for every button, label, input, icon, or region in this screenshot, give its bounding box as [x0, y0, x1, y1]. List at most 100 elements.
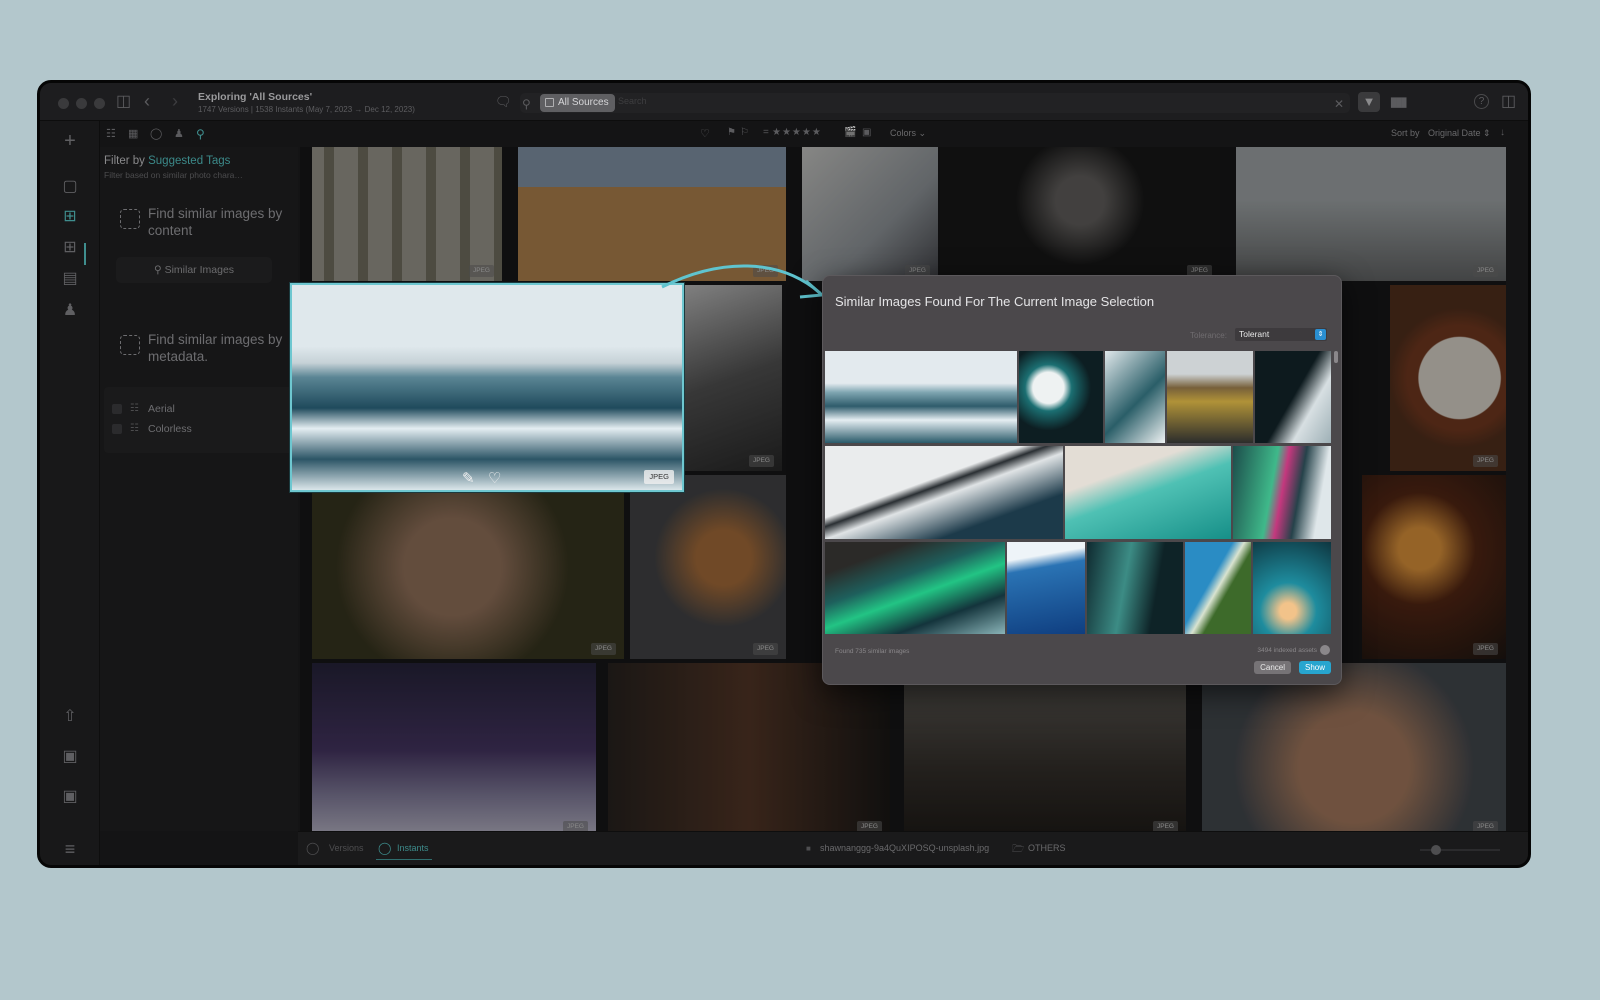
search-icon[interactable]: ⚲: [522, 96, 531, 112]
versions-toggle-icon[interactable]: ◯: [306, 841, 319, 855]
video-filter-icon[interactable]: 🎬: [844, 127, 856, 138]
colors-dropdown[interactable]: Colors ⌄: [890, 128, 926, 139]
photo-night-snow[interactable]: JPEG: [312, 663, 596, 831]
minimize-window-button[interactable]: [76, 98, 87, 109]
show-button[interactable]: Show: [1298, 661, 1331, 674]
favorite-icon[interactable]: ♡: [488, 469, 501, 487]
tag-icon[interactable]: ◯: [150, 127, 162, 140]
result-aurora-abstract[interactable]: [1087, 542, 1183, 634]
search-input[interactable]: [618, 96, 1318, 106]
person-icon[interactable]: ♟: [174, 127, 184, 140]
photo-grill-steak[interactable]: JPEG: [1362, 475, 1506, 659]
photo-woman-dancing[interactable]: JPEG: [682, 285, 782, 471]
photo-women-walking[interactable]: JPEG: [1236, 147, 1506, 281]
tolerance-dropdown[interactable]: Tolerant ⇕: [1235, 328, 1327, 341]
calendar-icon[interactable]: ▦: [128, 127, 138, 140]
sort-dropdown[interactable]: Original Date ⇕: [1428, 128, 1491, 139]
single-view-icon[interactable]: ▢: [60, 177, 80, 197]
file-icon: ■: [806, 844, 811, 853]
close-window-button[interactable]: [58, 98, 69, 109]
tag-grid-icon: ☷: [130, 423, 139, 434]
photo-man-watch[interactable]: JPEG: [608, 663, 890, 831]
tag-list: ☷ Aerial ☷ Colorless: [104, 387, 294, 453]
album-add-icon[interactable]: ⊞: [60, 238, 80, 258]
inspector-toggle-icon[interactable]: ◫: [1501, 94, 1516, 110]
tag-checkbox[interactable]: [112, 424, 122, 434]
photo-smiling-woman[interactable]: JPEG: [1202, 663, 1506, 831]
instants-tab[interactable]: Instants: [397, 843, 429, 853]
result-coastline-forest[interactable]: [1185, 542, 1251, 634]
result-ice-aerial[interactable]: [1105, 351, 1165, 443]
photo-portrait-woman[interactable]: JPEG: [940, 147, 1220, 281]
rating-stars[interactable]: ★★★★★: [772, 127, 822, 138]
folder-label: OTHERS: [1028, 843, 1066, 853]
photo-laptop-desk[interactable]: JPEG: [802, 147, 938, 281]
tag-checkbox[interactable]: [112, 404, 122, 414]
clear-search-icon[interactable]: ✕: [1334, 96, 1344, 112]
unflag-icon[interactable]: ⚐: [740, 127, 749, 138]
share-icon[interactable]: ⇧: [60, 707, 80, 727]
instants-toggle-icon[interactable]: ◯: [378, 841, 391, 855]
thumbnail-size-slider[interactable]: [1420, 845, 1500, 855]
sort-direction-icon[interactable]: ↓: [1500, 127, 1505, 138]
selected-photo[interactable]: ✎ ♡ JPEG: [290, 283, 684, 492]
gear-icon[interactable]: [1320, 645, 1330, 655]
map-icon[interactable]: ▤: [60, 269, 80, 289]
edit-icon[interactable]: ✎: [462, 469, 475, 487]
result-glacier-lagoon[interactable]: [825, 351, 1017, 443]
dropdown-arrow-icon: ⇕: [1315, 329, 1326, 340]
grid-view-icon[interactable]: ⊞: [60, 207, 80, 227]
sidebar-toggle-icon[interactable]: ◫: [116, 94, 131, 110]
favorite-filter-icon[interactable]: ♡: [700, 127, 710, 140]
folder-icon: 🗁: [1012, 844, 1025, 855]
active-tab-underline: [376, 859, 432, 860]
sort-label: Sort by: [1391, 128, 1420, 138]
result-ice-cave[interactable]: [1255, 351, 1331, 443]
photo-office-meeting[interactable]: JPEG: [904, 663, 1186, 831]
hierarchy-icon[interactable]: ☷: [106, 127, 116, 140]
slider-knob[interactable]: [1430, 845, 1441, 855]
similar-search-icon[interactable]: ⚲: [196, 127, 205, 141]
back-icon[interactable]: ‹: [144, 92, 150, 110]
jpeg-badge: JPEG: [644, 470, 674, 484]
import-photos-icon[interactable]: ▣: [60, 747, 80, 767]
result-tent-night[interactable]: [1253, 542, 1331, 634]
source-label: All Sources: [558, 97, 609, 108]
result-aurora-cliff[interactable]: [825, 542, 1005, 634]
photo-monkey[interactable]: JPEG: [312, 475, 624, 659]
people-icon[interactable]: ♟: [60, 301, 80, 321]
add-icon[interactable]: +: [60, 131, 80, 151]
filename-label: shawnanggg-9a4QuXIPOSQ-unsplash.jpg: [820, 843, 990, 853]
result-whale-underwater[interactable]: [1007, 542, 1085, 634]
result-river-delta[interactable]: [1167, 351, 1253, 443]
menu-icon[interactable]: ≡: [60, 839, 80, 859]
archive-icon: [545, 98, 554, 107]
found-count: Found 735 similar images: [835, 648, 910, 655]
photo-desert-car[interactable]: JPEG: [518, 147, 786, 281]
left-rail: + ▢ ⊞ ⊞ ▤ ♟ ⇧ ▣ ▣ ≡: [40, 121, 100, 865]
indexed-count: 3494 indexed assets: [1257, 647, 1317, 654]
versions-tab[interactable]: Versions: [329, 843, 364, 853]
rating-operator[interactable]: =: [763, 127, 769, 138]
similar-images-button[interactable]: ⚲ Similar Images: [116, 257, 272, 283]
comment-icon[interactable]: 🗨: [495, 94, 512, 110]
photo-baseball-glove[interactable]: JPEG: [630, 475, 786, 659]
result-aurora-pink[interactable]: [1233, 446, 1331, 539]
result-turquoise-beach[interactable]: [1065, 446, 1231, 539]
result-ice-floes-teal[interactable]: [1019, 351, 1103, 443]
source-selector[interactable]: All Sources: [540, 94, 615, 112]
result-winding-road[interactable]: [825, 446, 1063, 539]
image-filter-icon[interactable]: ▣: [862, 127, 871, 138]
histogram-icon[interactable]: ▮▮▮: [1390, 94, 1408, 110]
photo-building-windows[interactable]: JPEG: [312, 147, 502, 281]
zoom-window-button[interactable]: [94, 98, 105, 109]
forward-icon[interactable]: ›: [172, 92, 178, 110]
dialog-scrollbar[interactable]: [1334, 351, 1338, 363]
help-icon[interactable]: ?: [1474, 94, 1489, 109]
suggested-tags-link[interactable]: Suggested Tags: [148, 155, 230, 167]
flag-icon[interactable]: ⚑: [727, 127, 736, 138]
filter-icon[interactable]: ▼: [1358, 92, 1380, 112]
photo-food-plate[interactable]: JPEG: [1390, 285, 1506, 471]
cancel-button[interactable]: Cancel: [1254, 661, 1291, 674]
add-photos-icon[interactable]: ▣: [60, 787, 80, 807]
